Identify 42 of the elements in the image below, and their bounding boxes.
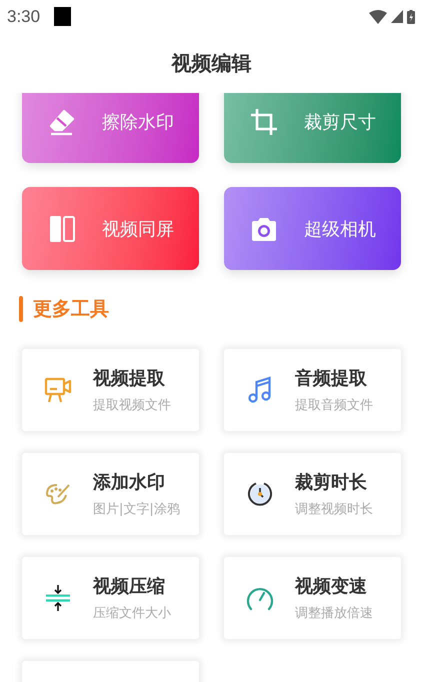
tool-title: 视频变速 [295, 575, 368, 598]
palette-icon [44, 482, 70, 506]
signal-icon [391, 10, 403, 23]
tool-title: 添加水印 [93, 471, 166, 494]
crop-icon [250, 108, 278, 136]
battery-icon [407, 10, 415, 24]
tool-title: 裁剪时长 [295, 471, 368, 494]
tool-title: 视频压缩 [93, 575, 166, 598]
tool-description: 压缩文件大小 [93, 605, 171, 622]
tool-label: 超级相机 [304, 218, 376, 240]
section-heading: 更多工具 [33, 297, 109, 322]
camera-icon [250, 216, 278, 242]
tool-description: 提取视频文件 [93, 397, 171, 414]
speedometer-icon [244, 585, 274, 611]
wifi-icon [369, 10, 387, 24]
split-screen-icon [48, 214, 76, 242]
tool-card[interactable]: 超级相机 [224, 187, 401, 270]
tool-label: 擦除水印 [102, 110, 174, 134]
status-time: 3:30 [7, 6, 40, 26]
tool-label: 视频同屏 [102, 218, 174, 240]
tool-description: 调整视频时长 [295, 501, 373, 518]
eraser-icon [48, 108, 76, 136]
section-marker [19, 296, 23, 322]
tool-card[interactable]: 视频变速 调整播放倍速 [224, 557, 401, 639]
music-note-icon [246, 376, 272, 404]
video-camera-icon [44, 376, 72, 404]
tool-description: 调整播放倍速 [295, 605, 373, 622]
tool-description: 图片|文字|涂鸦 [93, 501, 180, 518]
compress-icon [44, 584, 70, 612]
tool-description: 提取音频文件 [295, 397, 373, 414]
tool-card[interactable]: 裁剪时长 调整视频时长 [224, 453, 401, 535]
tool-title: 视频提取 [93, 367, 166, 390]
notification-icon [54, 7, 72, 26]
tool-title: 音频提取 [295, 367, 368, 390]
page-title: 视频编辑 [172, 50, 252, 76]
tool-label: 裁剪尺寸 [304, 110, 376, 134]
tool-card[interactable]: 添加水印 图片|文字|涂鸦 [22, 453, 199, 535]
tool-card[interactable]: 擦除水印 [22, 93, 199, 163]
timer-icon [246, 480, 274, 508]
tool-card[interactable]: 音频提取 提取音频文件 [224, 349, 401, 431]
tool-card[interactable]: 视频提取 提取视频文件 [22, 349, 199, 431]
tool-card[interactable]: 视频压缩 压缩文件大小 [22, 557, 199, 639]
